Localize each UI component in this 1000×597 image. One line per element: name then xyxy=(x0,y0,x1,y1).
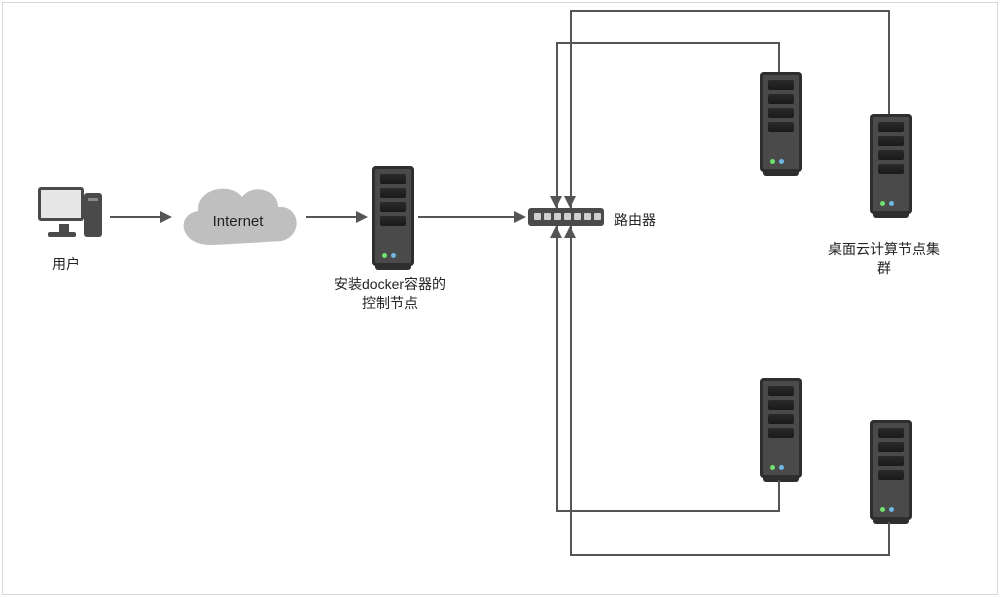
arrow-cloud-to-control-head xyxy=(356,211,368,223)
arrow-into-router-bottom-2 xyxy=(564,226,576,238)
router-label: 路由器 xyxy=(614,210,656,230)
cloud-icon: Internet xyxy=(170,175,306,259)
wire xyxy=(556,226,558,512)
arrow-user-to-cloud xyxy=(110,216,162,218)
router-icon xyxy=(528,208,604,226)
desktop-computer-icon xyxy=(38,187,102,251)
wire xyxy=(888,10,890,114)
wire xyxy=(556,42,558,208)
wire xyxy=(778,42,780,72)
wire xyxy=(570,554,890,556)
wire xyxy=(888,522,890,556)
wire xyxy=(570,226,572,556)
wire xyxy=(570,10,572,208)
wire xyxy=(556,42,780,44)
cluster-server-4-icon xyxy=(870,420,912,520)
arrow-control-to-router xyxy=(418,216,516,218)
cluster-server-3-icon xyxy=(760,378,802,478)
arrow-into-router-bottom-1 xyxy=(550,226,562,238)
user-label: 用户 xyxy=(52,254,80,274)
wire xyxy=(556,510,780,512)
control-node-server-icon xyxy=(372,166,414,266)
cluster-label: 桌面云计算节点集 群 xyxy=(828,240,940,278)
wire xyxy=(778,480,780,512)
cloud-label: Internet xyxy=(170,213,306,230)
arrow-cloud-to-control xyxy=(306,216,358,218)
arrow-into-router-top-1 xyxy=(550,196,562,208)
cluster-server-1-icon xyxy=(760,72,802,172)
diagram-frame xyxy=(2,2,998,595)
arrow-into-router-top-2 xyxy=(564,196,576,208)
wire xyxy=(570,10,890,12)
cluster-server-2-icon xyxy=(870,114,912,214)
arrow-control-to-router-head xyxy=(514,211,526,223)
control-node-label: 安装docker容器的 控制节点 xyxy=(334,275,446,313)
